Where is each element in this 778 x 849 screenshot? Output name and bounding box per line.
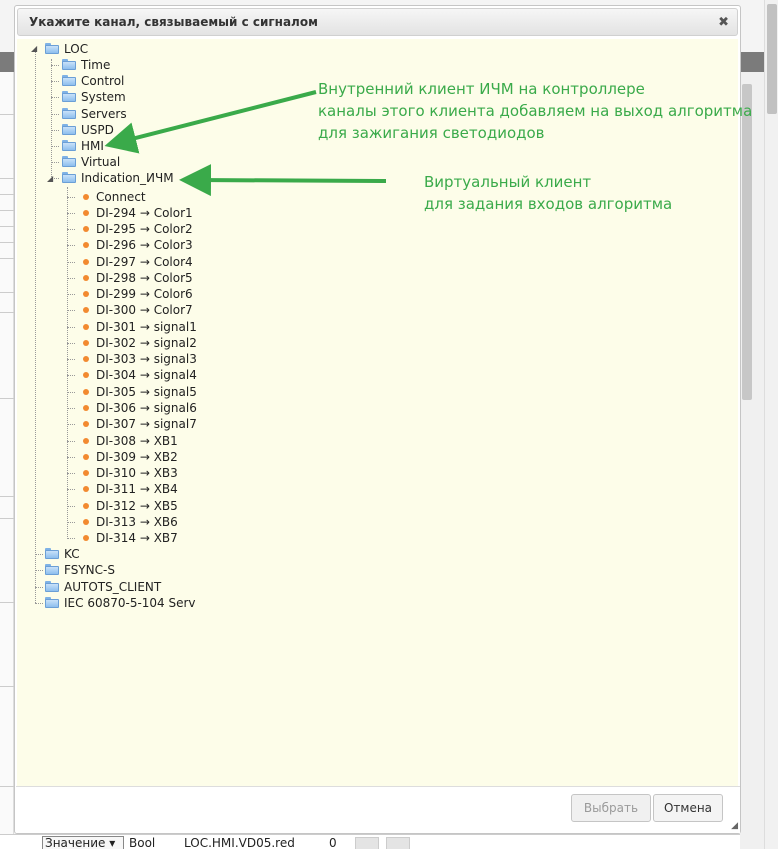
- hmi-arrow: [104, 90, 317, 154]
- indication-arrow: [179, 164, 387, 197]
- annotation-arrows: [104, 90, 387, 197]
